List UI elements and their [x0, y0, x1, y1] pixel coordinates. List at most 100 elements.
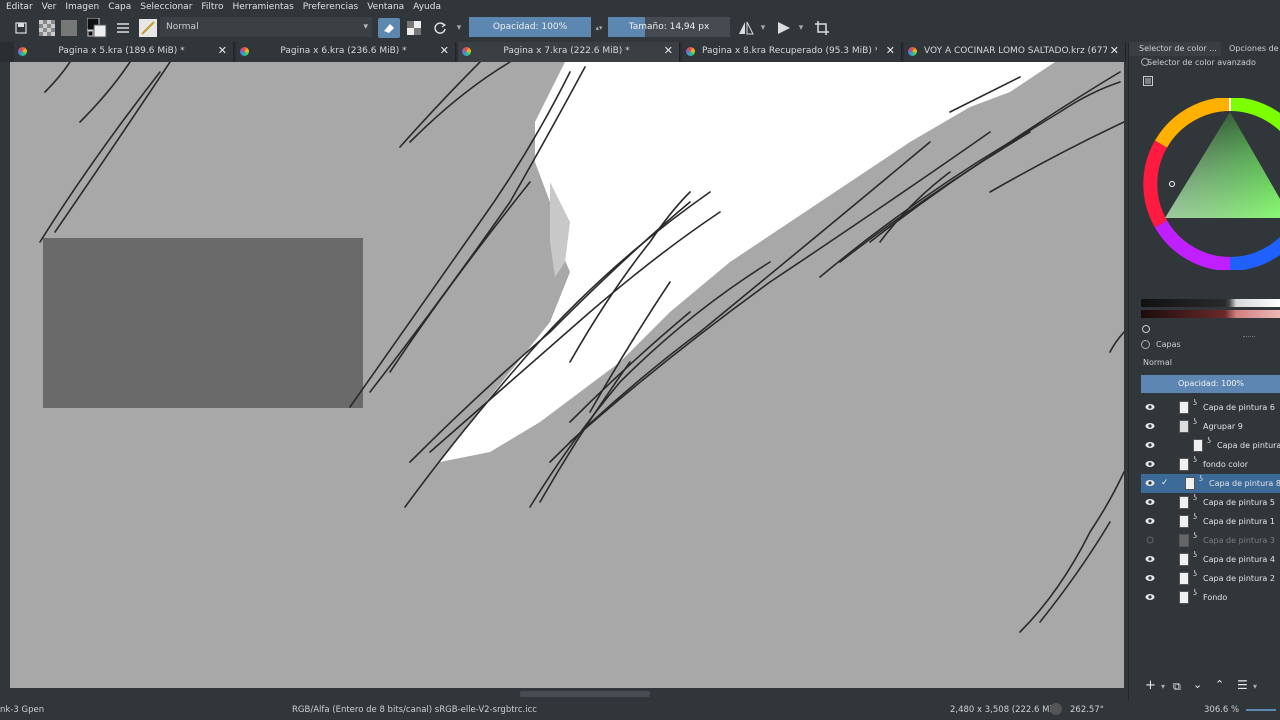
opacity-slider[interactable]: Opacidad: 100% [469, 17, 591, 37]
chevron-down-icon[interactable]: ▾ [454, 18, 464, 38]
opacity-spinner[interactable]: ▴▾ [594, 18, 604, 38]
tab-pagina-7[interactable]: Pagina x 7.kra (222.6 MiB) * ✕ [458, 42, 680, 62]
menu-editar[interactable]: Editar [6, 2, 33, 12]
close-icon[interactable]: ✕ [218, 45, 227, 57]
reload-preset-icon[interactable] [430, 18, 450, 38]
color-picker-handle[interactable] [1169, 181, 1175, 187]
wrap-around-icon[interactable] [812, 18, 832, 38]
eye-icon[interactable] [1145, 441, 1155, 449]
size-slider[interactable]: Tamaño: 14,94 px [608, 17, 730, 37]
color-strip-1[interactable] [1141, 299, 1280, 307]
eye-icon[interactable] [1145, 460, 1155, 468]
blend-mode-select[interactable]: Normal ▾ [160, 17, 372, 37]
move-layer-down-icon[interactable]: ⌄ [1193, 678, 1202, 691]
refresh-icon[interactable] [1141, 324, 1151, 334]
document-tabs: Pagina x 5.kra (189.6 MiB) * ✕ Pagina x … [0, 42, 1126, 62]
mirror-vertical-icon[interactable] [774, 18, 794, 38]
tab-label: VOY A COCINAR LOMO SALTADO.krz (677.7 Mi… [924, 46, 1107, 56]
alpha-lock-icon[interactable] [404, 18, 424, 38]
close-icon[interactable]: ✕ [886, 45, 895, 57]
layer-tools: + ▾ ⧉ ⌄ ⌃ ☰ ▾ [1141, 678, 1280, 698]
eye-hidden-icon[interactable] [1145, 536, 1155, 544]
layer-row[interactable]: ʖ Capa de pintura 4 [1141, 550, 1280, 569]
drawing-canvas[interactable] [10, 62, 1124, 688]
pattern-icon[interactable] [38, 18, 56, 38]
duplicate-layer-icon[interactable]: ⧉ [1173, 680, 1181, 694]
tab-color-selector[interactable]: Selector de color ... [1129, 42, 1221, 56]
status-brush[interactable]: nk-3 Gpen [0, 705, 44, 715]
layer-row[interactable]: ✓ ʖ Capa de pintura 8 [1141, 474, 1280, 493]
layer-row[interactable]: ʖ Capa de pintura 7 [1141, 436, 1280, 455]
gradient-icon[interactable] [60, 18, 78, 38]
menu-seleccionar[interactable]: Seleccionar [140, 2, 192, 12]
mirror-horizontal-icon[interactable] [736, 18, 756, 38]
add-layer-icon[interactable]: + [1145, 678, 1156, 693]
status-zoom[interactable]: 306.6 % [1204, 705, 1239, 715]
chevron-down-icon[interactable]: ▾ [796, 18, 806, 38]
krita-icon [240, 47, 249, 56]
tab-pagina-6[interactable]: Pagina x 6.kra (236.6 MiB) * ✕ [236, 42, 456, 62]
save-icon[interactable] [12, 18, 30, 38]
brush-preset-icon[interactable] [138, 18, 158, 38]
menu-preferencias[interactable]: Preferencias [303, 2, 358, 12]
color-settings-icon[interactable] [1143, 76, 1153, 86]
layer-properties-icon[interactable]: ☰ [1237, 678, 1248, 692]
color-strip-2[interactable] [1141, 310, 1280, 318]
tab-voy-a-cocinar[interactable]: VOY A COCINAR LOMO SALTADO.krz (677.7 Mi… [904, 42, 1126, 62]
zoom-slider[interactable] [1246, 709, 1276, 711]
menu-filtro[interactable]: Filtro [201, 2, 223, 12]
toolbar-handle [0, 18, 6, 38]
menu-capa[interactable]: Capa [108, 2, 131, 12]
layer-row[interactable]: ʖ Capa de pintura 2 [1141, 569, 1280, 588]
chevron-down-icon[interactable]: ▾ [758, 18, 768, 38]
layer-row[interactable]: ʖ Capa de pintura 6 [1141, 398, 1280, 417]
layer-row[interactable]: ʖ Capa de pintura 5 [1141, 493, 1280, 512]
paint-layer-icon: ʖ [1193, 398, 1198, 407]
move-layer-up-icon[interactable]: ⌃ [1215, 678, 1224, 691]
close-icon[interactable]: ✕ [440, 45, 449, 57]
status-dimensions[interactable]: 2,480 x 3,508 (222.6 MiB) [950, 705, 1061, 715]
layer-opacity-slider[interactable]: Opacidad: 100% [1141, 375, 1280, 393]
panel-float-icon[interactable] [1141, 340, 1150, 349]
tab-pagina-5[interactable]: Pagina x 5.kra (189.6 MiB) * ✕ [14, 42, 234, 62]
menu-ventana[interactable]: Ventana [367, 2, 404, 12]
status-color-space[interactable]: RGB/Alfa (Entero de 8 bits/canal) sRGB-e… [292, 705, 537, 715]
eye-icon[interactable] [1145, 574, 1155, 582]
chevron-down-icon[interactable]: ▾ [1253, 682, 1257, 691]
fg-bg-color-icon[interactable] [86, 18, 108, 38]
menu-herramientas[interactable]: Herramientas [232, 2, 293, 12]
eye-icon[interactable] [1145, 517, 1155, 525]
eye-icon[interactable] [1145, 498, 1155, 506]
chevron-down-icon[interactable]: ▾ [1161, 682, 1165, 691]
eye-icon[interactable] [1145, 479, 1155, 487]
layer-row[interactable]: ʖ Fondo [1141, 588, 1280, 607]
layers-blend-mode[interactable]: Normal [1143, 358, 1172, 367]
eye-icon[interactable] [1145, 555, 1155, 563]
color-wheel[interactable] [1139, 98, 1280, 270]
eye-icon[interactable] [1145, 422, 1155, 430]
krita-icon [686, 47, 695, 56]
menu-ver[interactable]: Ver [42, 2, 57, 12]
rotation-icon[interactable] [1050, 703, 1062, 715]
layer-row[interactable]: ʖ Capa de pintura 3 [1141, 531, 1280, 550]
layer-name: fondo color [1203, 460, 1248, 469]
check-icon[interactable]: ✓ [1161, 478, 1169, 488]
horizontal-scrollbar[interactable] [10, 688, 1124, 700]
layer-row[interactable]: ʖ fondo color [1141, 455, 1280, 474]
close-icon[interactable]: ✕ [664, 45, 673, 57]
menu-imagen[interactable]: Imagen [65, 2, 99, 12]
scrollbar-thumb[interactable] [520, 691, 650, 697]
close-icon[interactable]: ✕ [1110, 45, 1119, 57]
panel-float-icon[interactable] [1141, 58, 1149, 66]
status-rotation[interactable]: 262.57° [1070, 705, 1104, 715]
eye-icon[interactable] [1145, 593, 1155, 601]
splitter-handle[interactable] [1243, 336, 1255, 338]
brush-settings-icon[interactable] [114, 18, 132, 38]
menu-ayuda[interactable]: Ayuda [413, 2, 441, 12]
layer-row[interactable]: ʖ Capa de pintura 1 [1141, 512, 1280, 531]
eraser-icon[interactable] [378, 18, 400, 38]
eye-icon[interactable] [1145, 403, 1155, 411]
tab-tool-options[interactable]: Opciones de [1225, 42, 1280, 56]
layer-row[interactable]: ʖ Agrupar 9 [1141, 417, 1280, 436]
tab-pagina-8[interactable]: Pagina x 8.kra Recuperado (95.3 MiB) * ✕ [682, 42, 902, 62]
